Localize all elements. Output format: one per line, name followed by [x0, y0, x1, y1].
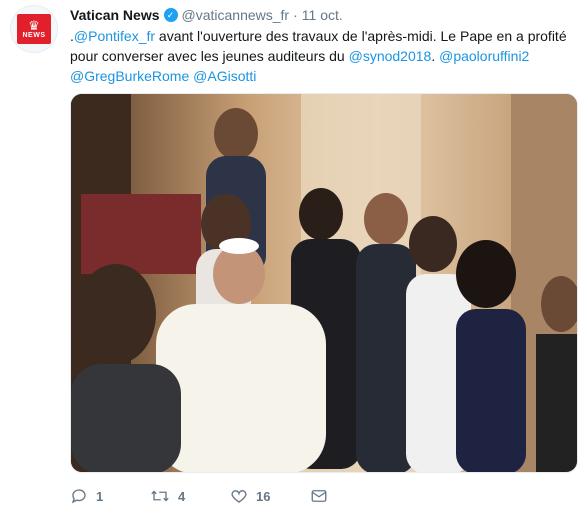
- reply-button[interactable]: 1: [70, 487, 150, 505]
- author-handle[interactable]: @vaticannews_fr: [182, 6, 290, 24]
- mention-link[interactable]: @paoloruffini2: [439, 48, 529, 64]
- heart-icon: [231, 490, 247, 503]
- tweet-timestamp[interactable]: 11 oct.: [302, 6, 343, 24]
- direct-message-button[interactable]: [310, 487, 390, 505]
- like-button[interactable]: 16: [230, 487, 310, 505]
- photo-image: [71, 94, 577, 472]
- mention-link[interactable]: @synod2018: [349, 48, 432, 64]
- reply-icon: [71, 489, 86, 504]
- author-name[interactable]: Vatican News: [70, 6, 160, 24]
- like-count: 16: [256, 488, 271, 504]
- tweet-content: Vatican News ✓ @vaticannews_fr · 11 oct.…: [70, 6, 578, 86]
- avatar[interactable]: ♛ NEWS: [10, 5, 58, 53]
- tweet-photo[interactable]: [70, 93, 578, 473]
- verified-badge-icon: ✓: [163, 8, 178, 22]
- vatican-news-logo: ♛ NEWS: [17, 14, 51, 44]
- mention-link[interactable]: @AGisotti: [193, 68, 256, 84]
- retweet-count: 4: [178, 488, 186, 504]
- mitre-icon: ♛: [28, 17, 40, 33]
- tweet-text-segment: .: [431, 48, 440, 64]
- retweet-icon: [151, 490, 169, 502]
- reply-count: 1: [96, 488, 104, 504]
- logo-text: NEWS: [22, 31, 46, 39]
- mention-link[interactable]: @Pontifex_fr: [74, 28, 155, 44]
- mention-link[interactable]: @GregBurkeRome: [70, 68, 189, 84]
- tweet-actions: 1 4 16: [70, 486, 578, 506]
- tweet-header: Vatican News ✓ @vaticannews_fr · 11 oct.: [70, 6, 578, 24]
- tweet-text: .@Pontifex_fr avant l'ouverture des trav…: [70, 26, 578, 86]
- retweet-button[interactable]: 4: [150, 487, 230, 505]
- separator-dot: ·: [293, 7, 298, 23]
- envelope-icon: [311, 490, 327, 502]
